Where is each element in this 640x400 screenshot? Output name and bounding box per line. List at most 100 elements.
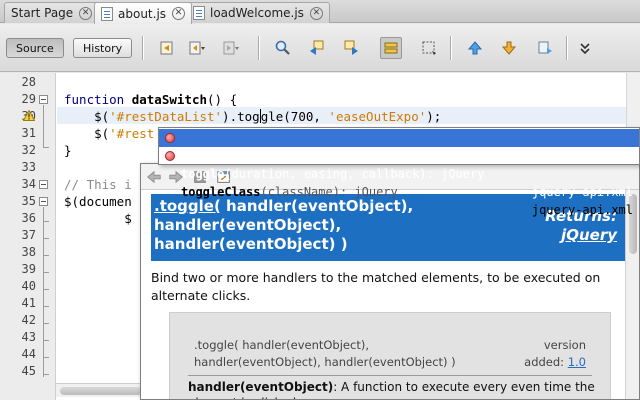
code-line-29: function dataSwitch() { xyxy=(64,91,237,108)
completion-params: (duration, easing, callback): jQuery xyxy=(224,167,485,181)
line-number: 44 xyxy=(21,347,36,361)
fold-collapse-icon[interactable] xyxy=(39,95,48,104)
line-number: 42 xyxy=(21,313,36,327)
string-literal: '#restDataList' xyxy=(109,109,223,124)
doc-signature-text: handler(eventObject) ) xyxy=(154,235,348,253)
toggle-bookmark-icon[interactable] xyxy=(534,37,556,59)
fold-guide xyxy=(43,306,49,307)
fold-guide xyxy=(43,289,49,290)
horizontal-scrollbar[interactable] xyxy=(56,383,150,397)
doc-version-link[interactable]: 1.0 xyxy=(568,355,586,369)
line-number: 33 xyxy=(21,160,36,174)
doc-overload-signature-text: handler(eventObject), handler(eventObjec… xyxy=(194,355,456,369)
doc-version-info: version added: 1.0 xyxy=(524,337,586,371)
doc-param-name: handler(eventObject) xyxy=(188,380,334,394)
doc-overload-signature: .toggle( handler(eventObject), handler(e… xyxy=(194,337,484,371)
method-icon xyxy=(165,133,175,143)
code-completion-popup: toggle(duration, easing, callback): jQue… xyxy=(158,127,640,217)
toggle-highlight-icon[interactable] xyxy=(380,37,402,59)
fold-guide xyxy=(43,323,49,324)
tab-loadwelcome-js[interactable]: loadWelcome.js ✕ xyxy=(186,2,330,23)
fold-guide xyxy=(43,105,44,147)
fold-guide xyxy=(43,374,49,375)
code-line-36: $ xyxy=(64,211,132,226)
history-view-button[interactable]: History xyxy=(73,38,133,58)
doc-overload-signature-text: .toggle( handler(eventObject), xyxy=(194,338,369,352)
completion-item[interactable]: toggleClass(className): jQuery jquery-ap… xyxy=(159,147,639,217)
horizontal-scrollbar-thumb[interactable] xyxy=(60,387,142,395)
find-previous-icon[interactable] xyxy=(306,37,328,59)
line-number: 31 xyxy=(21,126,36,140)
source-view-button[interactable]: Source xyxy=(6,38,64,58)
completion-name: toggleClass xyxy=(181,185,261,199)
tab-label: Start Page xyxy=(11,6,74,20)
line-number-gutter: 28 29 30 31 32 33 34 35 36 37 38 39 40 4… xyxy=(0,73,56,400)
code-line-34: // This i xyxy=(64,177,132,192)
code-line-35: $(documen xyxy=(64,194,132,209)
completion-params: (className): jQuery xyxy=(260,185,398,199)
editor-toolbar: Source History xyxy=(0,24,640,72)
fold-collapse-icon[interactable] xyxy=(39,197,48,206)
string-literal: '#rest xyxy=(109,126,155,141)
line-number: 28 xyxy=(21,75,36,89)
code-text: ).tog xyxy=(222,109,260,124)
doc-vertical-scrollbar[interactable] xyxy=(625,190,639,399)
completion-source: jquery-api.xml xyxy=(531,185,633,199)
fold-guide xyxy=(43,272,49,273)
line-number: 34 xyxy=(21,177,36,191)
code-line-31: $('#rest xyxy=(64,125,154,142)
forward-dropdown-icon[interactable] xyxy=(220,37,242,59)
editor-tab-bar: Start Page ✕ about.js ✕ loadWelcome.js ✕ xyxy=(0,0,640,24)
fold-guide xyxy=(43,221,49,222)
line-number: 43 xyxy=(21,330,36,344)
fold-guide xyxy=(43,147,49,148)
back-dropdown-icon[interactable] xyxy=(186,37,208,59)
doc-overload-box: .toggle( handler(eventObject), handler(e… xyxy=(169,312,611,399)
line-number: 45 xyxy=(21,364,36,378)
tab-label: about.js xyxy=(118,6,167,21)
method-icon xyxy=(165,151,175,161)
doc-divider xyxy=(188,375,592,376)
line-number: 38 xyxy=(21,245,36,259)
completion-item[interactable]: toggle(duration, easing, callback): jQue… xyxy=(159,129,639,199)
fold-guide xyxy=(43,238,49,239)
fold-guide xyxy=(43,255,49,256)
last-edit-icon[interactable] xyxy=(156,37,178,59)
rectangular-selection-icon[interactable] xyxy=(418,37,440,59)
code-line-30: $('#restDataList').toggle(700, 'easeOutE… xyxy=(64,108,441,125)
tab-about-js[interactable]: about.js ✕ xyxy=(94,2,193,24)
previous-bookmark-icon[interactable] xyxy=(464,37,486,59)
doc-description: Bind two or more handlers to the matched… xyxy=(151,270,601,303)
doc-return-type-link[interactable]: jQuery xyxy=(561,226,617,244)
more-tools-chevron-icon[interactable] xyxy=(574,37,596,59)
line-number: 32 xyxy=(21,143,36,157)
code-text: $( xyxy=(64,126,110,141)
find-icon[interactable] xyxy=(272,37,294,59)
doc-parameter: handler(eventObject): A function to exec… xyxy=(188,379,598,399)
fold-guide xyxy=(43,357,49,358)
tab-close-icon[interactable]: ✕ xyxy=(172,7,186,20)
tab-start-page[interactable]: Start Page ✕ xyxy=(4,2,100,23)
function-name: dataSwitch xyxy=(131,92,207,107)
next-bookmark-icon[interactable] xyxy=(498,37,520,59)
line-number: 35 xyxy=(21,194,36,208)
toolbar-separator xyxy=(566,36,567,60)
fold-collapse-icon[interactable] xyxy=(39,180,48,189)
warning-icon[interactable] xyxy=(23,110,35,121)
line-number: 41 xyxy=(21,296,36,310)
doc-version-label: version xyxy=(543,338,586,352)
editor-vertical-scrollbar[interactable] xyxy=(626,73,640,127)
fold-guide xyxy=(43,207,44,377)
js-file-icon xyxy=(193,6,205,20)
code-text: gle(700, xyxy=(260,109,329,124)
tab-label: loadWelcome.js xyxy=(210,6,304,20)
line-number: 29 xyxy=(21,92,36,106)
string-literal: 'easeOutExpo' xyxy=(328,109,427,124)
tab-close-icon[interactable]: ✕ xyxy=(79,6,93,20)
doc-signature: .toggle( handler(eventObject), handler(e… xyxy=(154,197,484,254)
line-number: 40 xyxy=(21,279,36,293)
find-next-icon[interactable] xyxy=(340,37,362,59)
code-text: $( xyxy=(64,109,110,124)
tab-close-icon[interactable]: ✕ xyxy=(309,6,323,20)
line-number: 39 xyxy=(21,262,36,276)
